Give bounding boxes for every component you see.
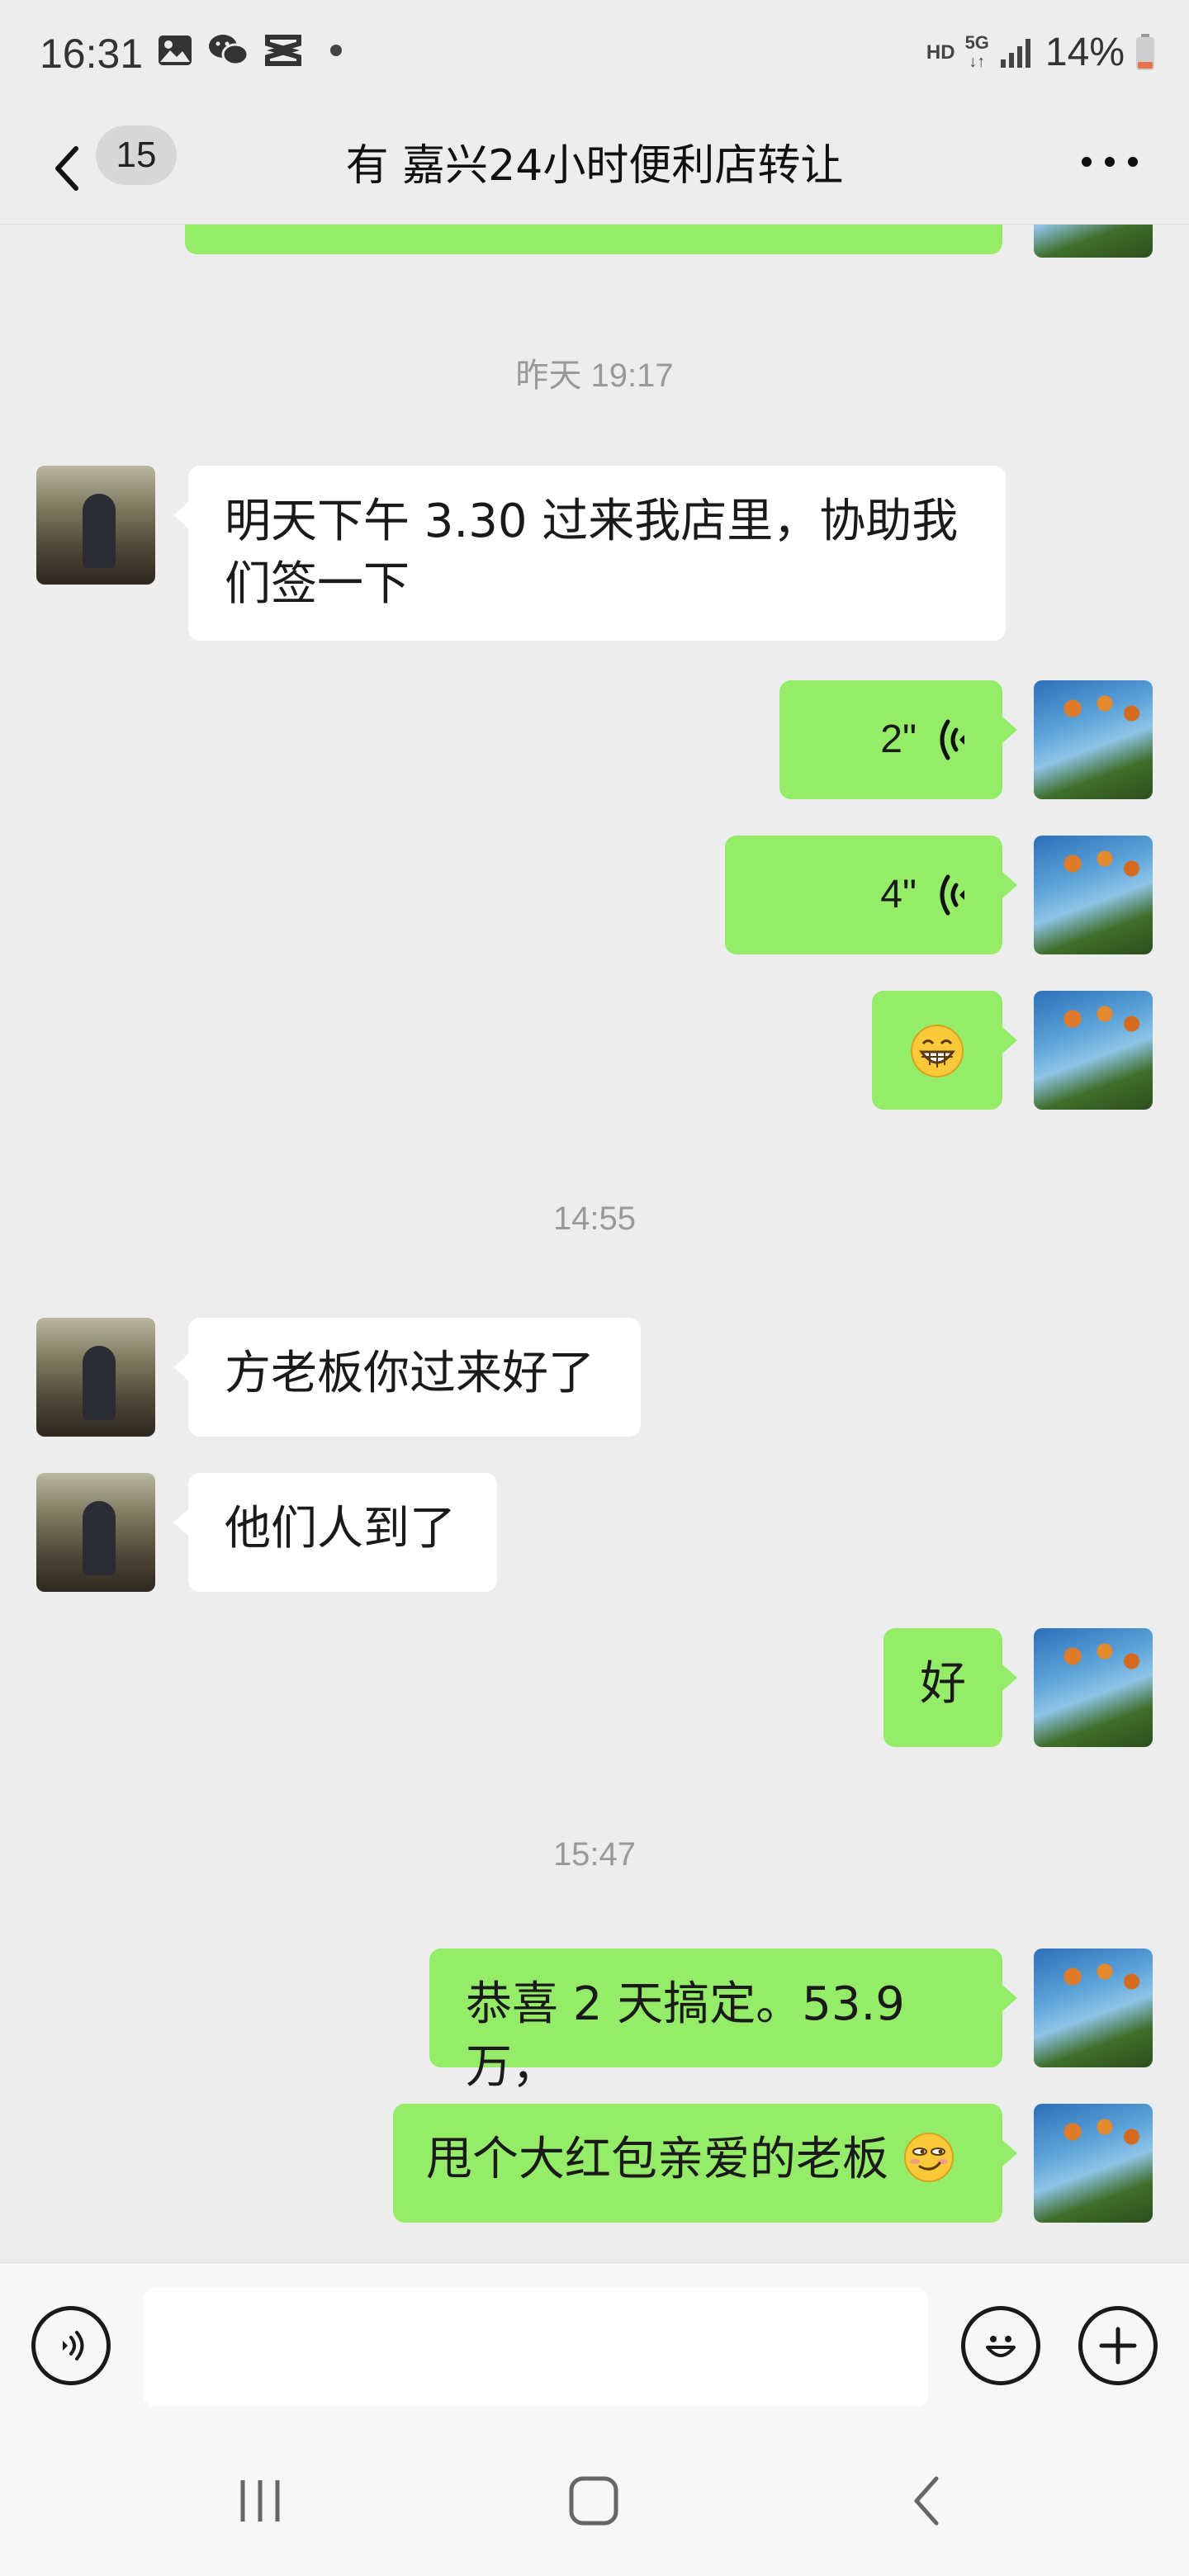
plus-icon: [1099, 2327, 1137, 2365]
gallery-icon: [159, 36, 192, 65]
smirk-emoji-icon: [903, 2133, 954, 2182]
message-bubble-outgoing[interactable]: 好: [883, 1628, 1017, 1747]
self-avatar[interactable]: [1034, 1949, 1153, 2067]
timestamp: 昨天 19:17: [515, 358, 674, 394]
self-avatar[interactable]: [1034, 2104, 1153, 2223]
contact-avatar[interactable]: [36, 466, 155, 585]
contact-avatar[interactable]: [36, 1318, 155, 1437]
message-text: 方老板你过来好了: [225, 1347, 594, 1400]
message-bubble-incoming[interactable]: 他们人到了: [173, 1473, 497, 1592]
capcut-icon: [265, 35, 301, 66]
contact-avatar[interactable]: [36, 1473, 155, 1592]
wechat-icon: [209, 35, 249, 66]
input-bar: [0, 2262, 1189, 2427]
chat-title: 有 嘉兴24小时便利店转让: [345, 141, 844, 191]
message-text: 明天下午 3.30 过来我店里，协助我们签一下: [225, 495, 959, 611]
message-text: 好: [920, 1657, 966, 1711]
signal-icon: [1000, 38, 1030, 68]
timestamp: 14:55: [552, 1200, 637, 1237]
voice-input-icon: [63, 2331, 84, 2361]
chat-area[interactable]: 昨天 19:17 明天下午 3.30 过来我店里，协助我们签一下 2" 4" 1…: [0, 225, 1189, 2264]
emoji-icon: [986, 2336, 1016, 2357]
voice-duration: 4": [880, 873, 917, 916]
notification-icons: [157, 33, 342, 68]
self-avatar[interactable]: [1034, 680, 1153, 799]
status-right: HD 5G ↓↑ 14%: [926, 30, 1156, 75]
voice-wave-icon: [940, 719, 964, 760]
self-avatar[interactable]: [1034, 991, 1153, 1110]
voice-wave-icon: [940, 874, 964, 916]
message-bubble-outgoing[interactable]: 恭喜 2 天搞定。53.9 万，: [429, 1949, 1017, 2094]
message-bubble-incoming[interactable]: 方老板你过来好了: [173, 1318, 641, 1437]
self-avatar[interactable]: [1034, 225, 1153, 258]
hd-label: HD: [926, 40, 955, 64]
5g-label: 5G ↓↑: [964, 32, 989, 72]
status-bar: 16:31 HD 5G ↓↑ 14%: [0, 0, 1189, 112]
message-text: 他们人到了: [225, 1502, 456, 1556]
voice-input-button[interactable]: [31, 2306, 111, 2385]
battery-percent: 14%: [1045, 31, 1125, 74]
status-time: 16:31: [40, 31, 144, 77]
partial-message-bubble[interactable]: [185, 225, 1002, 254]
home-icon[interactable]: [565, 2472, 623, 2530]
battery-icon: [1136, 33, 1154, 70]
grin-emoji-icon: [911, 1025, 964, 1077]
voice-message-bubble[interactable]: 2": [779, 680, 1017, 799]
voice-duration: 2": [880, 717, 917, 761]
voice-message-bubble[interactable]: 4": [725, 836, 1017, 954]
chat-header: 15 有 嘉兴24小时便利店转让: [0, 112, 1189, 225]
message-text: 恭喜 2 天搞定。53.9 万，: [466, 1977, 905, 2094]
system-navigation-bar: [0, 2427, 1189, 2576]
recents-icon[interactable]: [231, 2472, 289, 2530]
plus-button[interactable]: [1078, 2306, 1158, 2385]
nav-back-icon[interactable]: [900, 2472, 958, 2530]
message-text: 甩个大红包亲爱的老板: [426, 2133, 888, 2186]
self-avatar[interactable]: [1034, 836, 1153, 954]
timestamp: 15:47: [552, 1836, 637, 1873]
message-input[interactable]: [144, 2288, 928, 2407]
more-icon[interactable]: [1077, 145, 1143, 178]
message-bubble-incoming[interactable]: 明天下午 3.30 过来我店里，协助我们签一下: [173, 466, 1006, 641]
self-avatar[interactable]: [1034, 1628, 1153, 1747]
emoji-message-bubble[interactable]: [872, 991, 1017, 1110]
message-bubble-outgoing[interactable]: 甩个大红包亲爱的老板: [393, 2104, 1017, 2223]
emoji-button[interactable]: [961, 2306, 1040, 2385]
dot-icon: [330, 45, 342, 56]
